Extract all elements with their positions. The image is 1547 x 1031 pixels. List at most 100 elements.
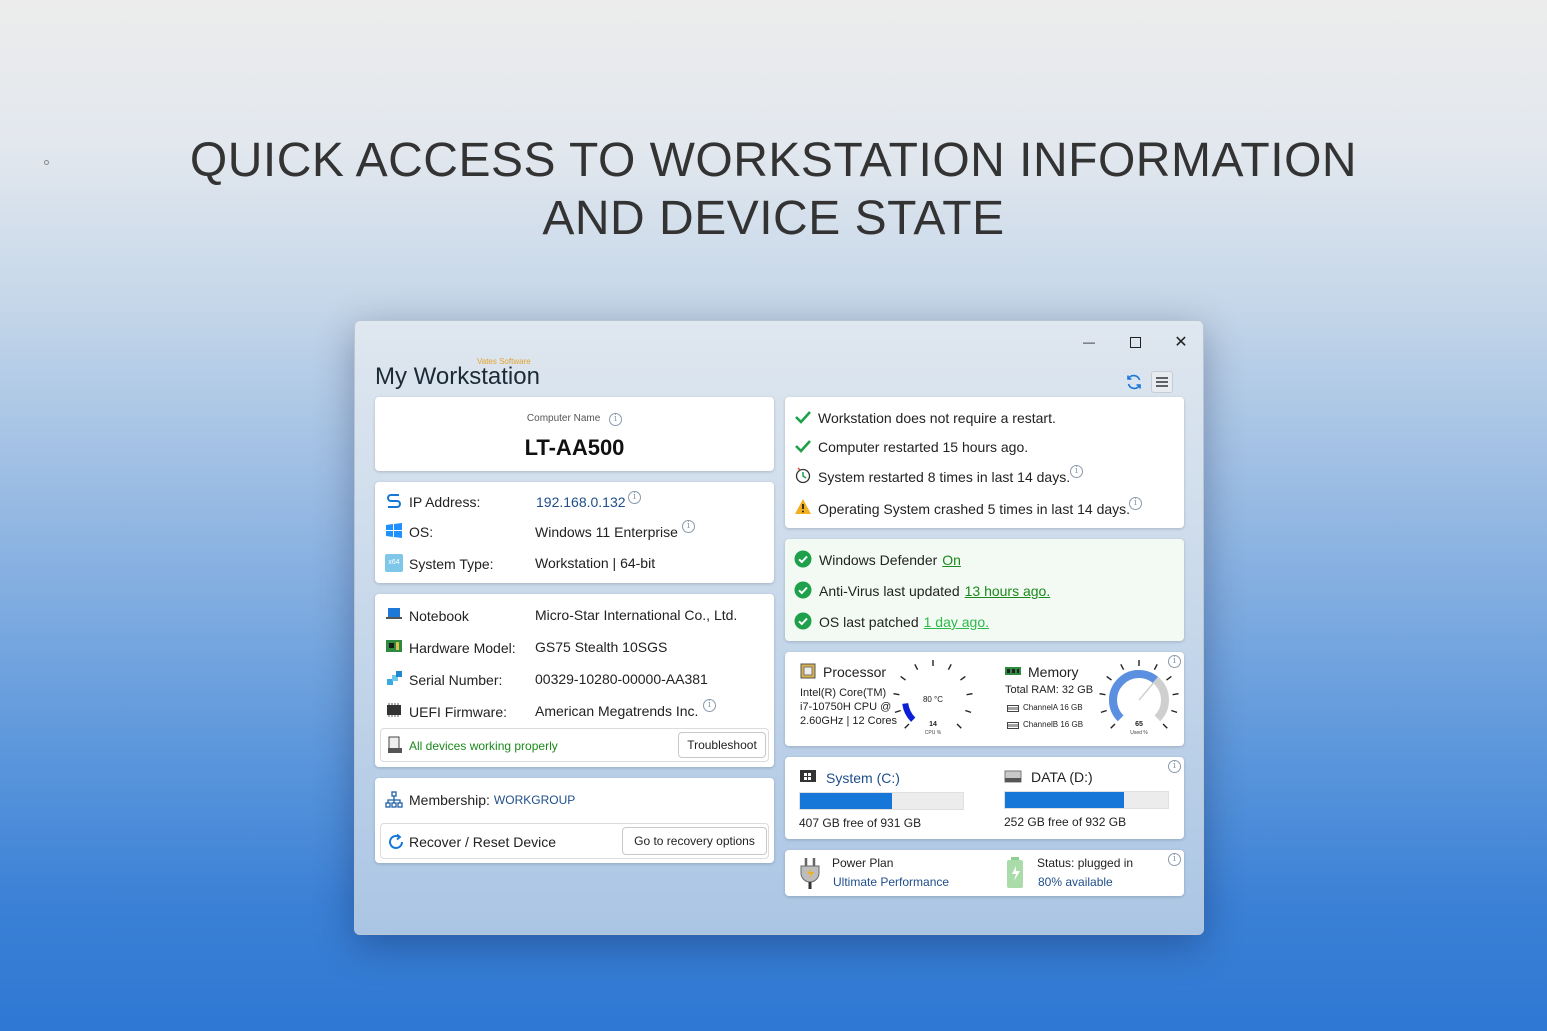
computer-name-label: Computer Name (526, 413, 601, 424)
ram-stick-icon (1007, 722, 1019, 729)
info-icon[interactable]: i (1168, 655, 1181, 668)
security-card: Windows Defender On Anti-Virus last upda… (785, 539, 1184, 641)
maximize-button[interactable] (1115, 327, 1155, 357)
info-icon[interactable]: i (703, 699, 716, 712)
drives-card: System (C:) 407 GB free of 931 GB DATA (… (785, 757, 1184, 839)
defender-label: Windows Defender (819, 552, 938, 568)
recover-bar: Recover / Reset Device Go to recovery op… (380, 823, 769, 859)
drive-d-usage-fill (1005, 792, 1124, 808)
info-icon[interactable]: i (682, 520, 695, 533)
info-icon[interactable]: i (609, 413, 623, 426)
check-circle-icon (794, 581, 812, 599)
x64-icon: x64 (385, 554, 403, 572)
drive-c-free: 407 GB free of 931 GB (799, 816, 922, 830)
processor-line-3: 2.60GHz | 12 Cores (800, 715, 898, 727)
antivirus-value-link[interactable]: 13 hours ago. (965, 583, 1051, 599)
serial-number-value: 00329-10280-00000-AA381 (535, 671, 708, 687)
device-type-label: Notebook (409, 608, 469, 624)
memory-usage-arc (1109, 670, 1159, 722)
computer-name-label-row: Computer Name i (375, 413, 774, 426)
info-icon[interactable]: i (1129, 497, 1142, 510)
recovery-options-button[interactable]: Go to recovery options (622, 827, 767, 855)
membership-row: Membership: WORKGROUP (409, 792, 575, 808)
drive-c-name[interactable]: System (C:) (826, 770, 900, 786)
info-icon[interactable]: i (1168, 760, 1181, 773)
minimize-button[interactable]: — (1069, 327, 1109, 357)
close-button[interactable]: ✕ (1161, 327, 1201, 357)
gauge-tick (1153, 664, 1158, 671)
memory-channel-b: ChannelB 16 GB (1023, 720, 1084, 729)
serial-icon (387, 671, 402, 685)
membership-card: Membership: WORKGROUP Recover / Reset De… (375, 778, 774, 863)
devices-status-text: All devices working properly (409, 739, 558, 753)
battery-icon (1007, 857, 1023, 888)
hardware-model-value: GS75 Stealth 10SGS (535, 639, 668, 655)
ram-stick-icon (1007, 705, 1019, 712)
status-item: Computer restarted 15 hours ago. (818, 439, 1029, 455)
status-item: System restarted 8 times in last 14 days… (818, 469, 1071, 485)
processor-line-2: i7-10750H CPU @ (800, 701, 892, 713)
os-patch-value-link[interactable]: 1 day ago. (924, 614, 989, 630)
data-drive-icon (1004, 770, 1022, 783)
check-circle-icon (794, 550, 812, 568)
gauge-tick (900, 675, 906, 681)
refresh-button[interactable] (1123, 371, 1145, 393)
app-title: My Workstation (375, 363, 540, 390)
os-label: OS: (409, 524, 434, 540)
maximize-icon (1129, 336, 1141, 348)
laptop-icon (386, 608, 402, 619)
cpu-usage-value: 14 (929, 721, 937, 728)
cpu-usage-label: CPU % (925, 730, 942, 736)
motherboard-icon (386, 640, 402, 652)
gauge-tick (1162, 723, 1168, 729)
network-tree-icon (385, 791, 403, 808)
checkmark-icon (795, 440, 811, 453)
status-item: Operating System crashed 5 times in last… (818, 501, 1131, 517)
recover-label: Recover / Reset Device (409, 834, 557, 850)
gauge-tick (965, 709, 972, 714)
recover-icon (389, 833, 403, 849)
gauge-tick (1120, 664, 1125, 671)
network-icon (387, 494, 401, 508)
uefi-value: American Megatrends Inc. (535, 703, 699, 719)
uefi-label: UEFI Firmware: (409, 704, 507, 720)
computer-name: LT-AA500 (524, 435, 625, 460)
ip-label: IP Address: (409, 494, 481, 510)
membership-label: Membership: (409, 792, 490, 808)
serial-number-label: Serial Number: (409, 672, 503, 688)
network-card: IP Address: 192.168.0.132 i OS: Windows … (375, 482, 774, 583)
manufacturer-value: Micro-Star International Co., Ltd. (535, 607, 738, 623)
troubleshoot-button[interactable]: Troubleshoot (678, 732, 766, 758)
gauge-tick (894, 709, 901, 714)
power-plan-value[interactable]: Ultimate Performance (833, 875, 949, 889)
info-icon[interactable]: i (628, 491, 641, 504)
system-type-label: System Type: (409, 556, 494, 572)
memory-used-label: Used % (1130, 730, 1148, 736)
processor-icon (800, 663, 816, 679)
os-value: Windows 11 Enterprise (535, 524, 678, 540)
drive-d-free: 252 GB free of 932 GB (1004, 815, 1127, 829)
os-patch-label: OS last patched (819, 614, 919, 630)
gauge-tick (893, 693, 900, 696)
system-drive-icon (800, 770, 816, 782)
cpu-temp: 80 °C (923, 695, 943, 704)
gauge-tick (1099, 693, 1106, 696)
gauge-tick (947, 664, 952, 671)
page-headline: QUICK ACCESS TO WORKSTATION INFORMATION … (0, 132, 1547, 248)
power-status-value: 80% available (1038, 875, 1113, 889)
info-icon[interactable]: i (1070, 465, 1083, 478)
memory-channel-a: ChannelA 16 GB (1023, 703, 1083, 712)
memory-gauge: 65 Used % (1099, 660, 1179, 736)
processor-line-1: Intel(R) Core(TM) (800, 687, 887, 699)
gauge-tick (904, 723, 910, 729)
info-icon[interactable]: i (1168, 853, 1181, 866)
cpu-gauge: 80 °C 14 CPU % (893, 660, 973, 736)
antivirus-label: Anti-Virus last updated (819, 583, 960, 599)
os-patch-row: OS last patched 1 day ago. (819, 614, 989, 630)
defender-value-link[interactable]: On (942, 552, 961, 568)
drive-d-name[interactable]: DATA (D:) (1031, 769, 1093, 785)
menu-button[interactable] (1151, 371, 1173, 393)
drive-c-usage-fill (800, 793, 892, 809)
ip-value: 192.168.0.132 (536, 494, 626, 510)
refresh-icon (1127, 374, 1141, 390)
